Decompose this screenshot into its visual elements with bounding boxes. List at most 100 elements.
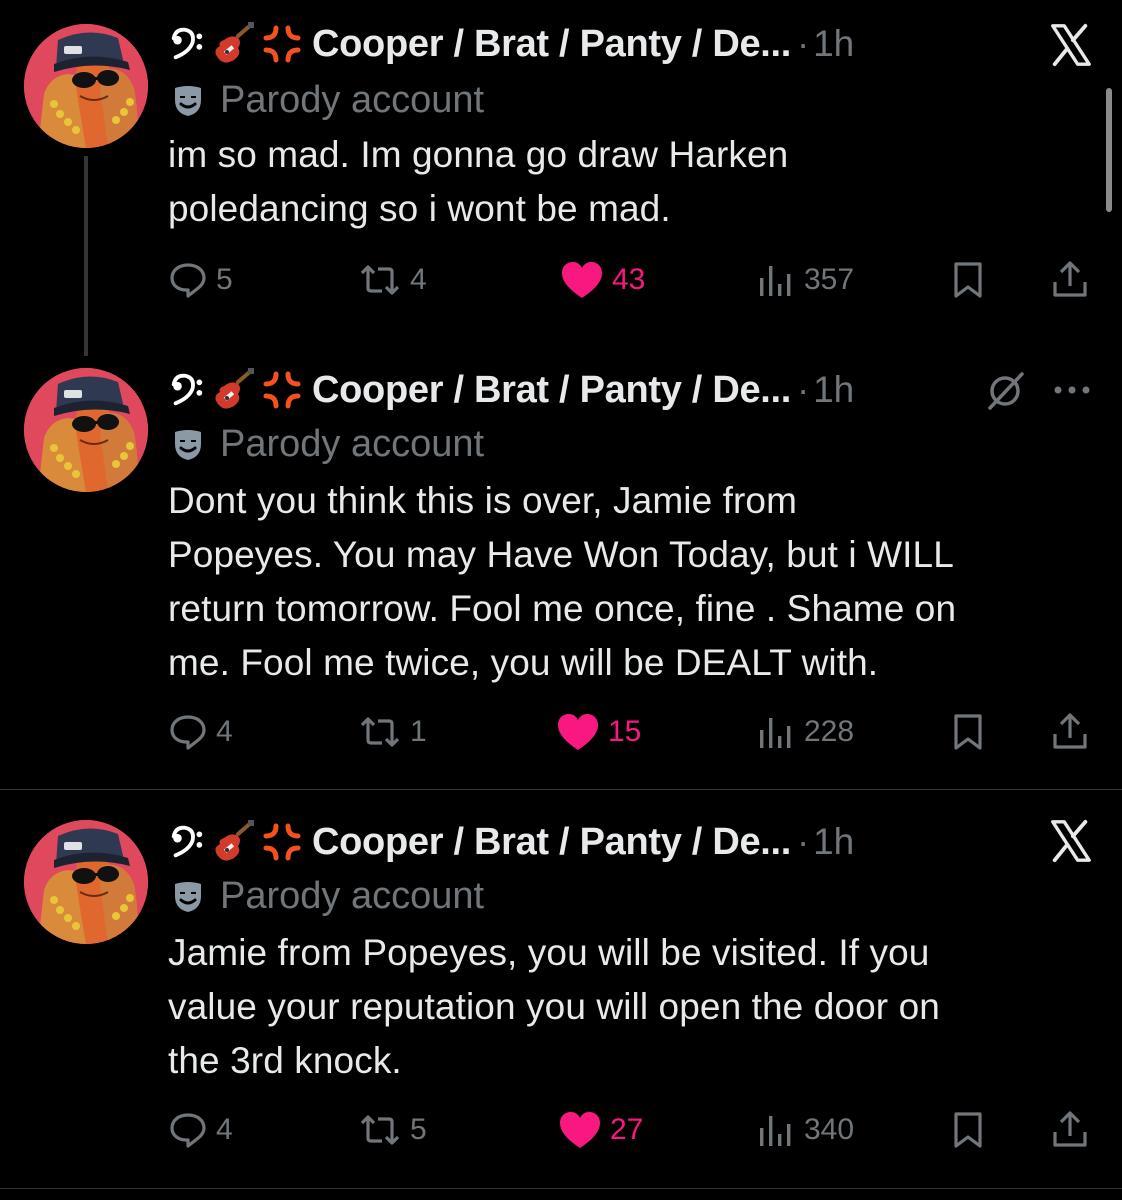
parody-mask-icon	[170, 82, 206, 118]
avatar[interactable]	[24, 368, 148, 492]
repost-count: 5	[410, 1113, 427, 1146]
display-name[interactable]: Cooper / Brat / Panty / De...	[312, 821, 791, 864]
repost-icon	[358, 1110, 402, 1150]
reply-count: 5	[216, 263, 233, 296]
reply-count: 4	[216, 715, 233, 748]
bookmark-icon	[948, 712, 988, 752]
repost-icon	[358, 260, 402, 300]
heart-icon	[558, 1110, 602, 1150]
tweet-actions: 5 4 43 357	[168, 258, 1098, 302]
bass-clef-icon	[168, 25, 206, 63]
separator: ·	[797, 821, 810, 862]
scrollbar[interactable]	[1106, 88, 1112, 212]
timestamp[interactable]: 1h	[813, 821, 854, 863]
divider	[0, 1188, 1122, 1189]
top-right-actions	[1046, 818, 1094, 864]
grok-icon[interactable]	[984, 368, 1028, 412]
anger-icon	[262, 24, 302, 64]
views-icon	[756, 260, 796, 300]
tweet[interactable]: Cooper / Brat / Panty / De... · 1h Parod…	[0, 800, 1122, 1190]
reply-icon	[168, 260, 208, 300]
bookmark-icon	[948, 1110, 988, 1150]
tweet-header: Cooper / Brat / Panty / De... · 1h	[168, 366, 854, 414]
tweet-text: im so mad. Im gonna go draw Harken poled…	[168, 134, 789, 229]
repost-count: 4	[410, 263, 427, 296]
bass-clef-icon	[168, 823, 206, 861]
anger-icon	[262, 822, 302, 862]
name-emojis	[168, 820, 302, 864]
top-right-actions	[1046, 22, 1094, 68]
avatar[interactable]	[24, 24, 148, 148]
like-button[interactable]: 27	[558, 1108, 643, 1152]
guitar-icon	[212, 820, 256, 864]
guitar-icon	[212, 22, 256, 66]
timestamp[interactable]: 1h	[813, 23, 854, 65]
repost-icon	[358, 712, 402, 752]
divider	[0, 789, 1122, 790]
views-button[interactable]: 228	[756, 710, 854, 754]
tweet-text: Jamie from Popeyes, you will be visited.…	[168, 932, 940, 1081]
reply-icon	[168, 712, 208, 752]
share-button[interactable]	[1050, 1108, 1090, 1152]
bass-clef-icon	[168, 371, 206, 409]
heart-icon	[560, 260, 604, 300]
repost-button[interactable]: 1	[358, 710, 427, 754]
like-count: 27	[610, 1113, 644, 1146]
top-right-actions	[984, 368, 1092, 412]
parody-label-text: Parody account	[220, 874, 485, 917]
bookmark-button[interactable]	[948, 1108, 988, 1152]
like-count: 15	[608, 715, 642, 748]
parody-label: Parody account	[170, 422, 484, 466]
tweet[interactable]: Cooper / Brat / Panty / De... · 1h Parod…	[0, 360, 1122, 788]
reply-count: 4	[216, 1113, 233, 1146]
like-button[interactable]: 43	[560, 258, 645, 302]
avatar[interactable]	[24, 820, 148, 944]
parody-label-text: Parody account	[220, 78, 485, 121]
tweet-header: Cooper / Brat / Panty / De... · 1h	[168, 20, 854, 68]
heart-icon	[556, 712, 600, 752]
tweet[interactable]: Cooper / Brat / Panty / De... · 1h Parod…	[0, 0, 1122, 360]
reply-button[interactable]: 4	[168, 1108, 233, 1152]
views-button[interactable]: 340	[756, 1108, 854, 1152]
separator: ·	[797, 369, 810, 410]
views-count: 357	[804, 263, 855, 296]
x-logo-icon[interactable]	[1046, 818, 1094, 864]
repost-button[interactable]: 5	[358, 1108, 427, 1152]
more-icon[interactable]	[1052, 380, 1092, 400]
share-button[interactable]	[1050, 258, 1090, 302]
bookmark-icon	[948, 260, 988, 300]
share-icon	[1050, 1110, 1090, 1150]
repost-button[interactable]: 4	[358, 258, 427, 302]
like-button[interactable]: 15	[556, 710, 641, 754]
reply-button[interactable]: 5	[168, 258, 233, 302]
guitar-icon	[212, 368, 256, 412]
views-icon	[756, 712, 796, 752]
name-emojis	[168, 22, 302, 66]
display-name[interactable]: Cooper / Brat / Panty / De...	[312, 369, 791, 412]
bookmark-button[interactable]	[948, 258, 988, 302]
parody-mask-icon	[170, 878, 206, 914]
views-count: 340	[804, 1113, 855, 1146]
reply-button[interactable]: 4	[168, 710, 233, 754]
tweet-actions: 4 1 15 228	[168, 710, 1098, 754]
bookmark-button[interactable]	[948, 710, 988, 754]
parody-label: Parody account	[170, 78, 484, 122]
views-count: 228	[804, 715, 855, 748]
reply-icon	[168, 1110, 208, 1150]
share-icon	[1050, 260, 1090, 300]
separator: ·	[797, 23, 810, 64]
share-button[interactable]	[1050, 710, 1090, 754]
parody-mask-icon	[170, 426, 206, 462]
display-name[interactable]: Cooper / Brat / Panty / De...	[312, 23, 791, 66]
x-logo-icon[interactable]	[1046, 22, 1094, 68]
thread-line	[84, 156, 88, 356]
repost-count: 1	[410, 715, 427, 748]
parody-label: Parody account	[170, 874, 484, 918]
timestamp[interactable]: 1h	[813, 369, 854, 411]
share-icon	[1050, 712, 1090, 752]
like-count: 43	[612, 263, 646, 296]
parody-label-text: Parody account	[220, 422, 485, 465]
tweet-text: Dont you think this is over, Jamie from …	[168, 480, 957, 683]
anger-icon	[262, 370, 302, 410]
views-button[interactable]: 357	[756, 258, 854, 302]
